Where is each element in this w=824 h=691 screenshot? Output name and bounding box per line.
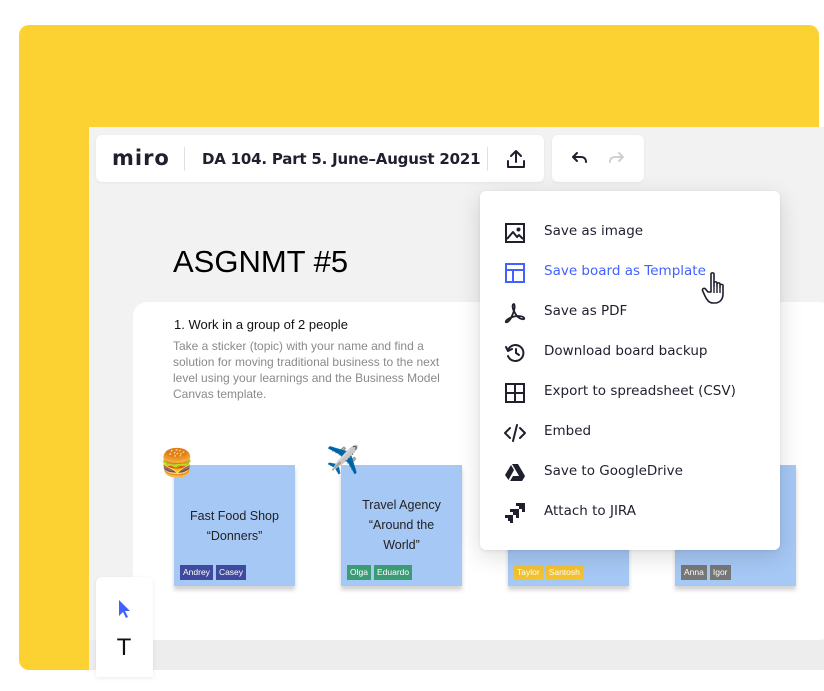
toolbar-divider (184, 147, 185, 171)
miro-logo[interactable]: miro (112, 146, 170, 170)
sticky-text-line: World” (383, 538, 420, 552)
menu-item-attach-to-jira[interactable]: Attach to JIRA (480, 492, 780, 532)
menu-item-label: Save as image (544, 223, 644, 239)
text-tool-button[interactable]: T (112, 635, 136, 661)
canvas-bottom-strip (89, 640, 824, 670)
tag[interactable]: Anna (681, 565, 707, 580)
select-tool-button[interactable] (112, 597, 136, 621)
pdf-icon (504, 303, 526, 324)
sticky-text-line: Travel Agency (362, 498, 441, 512)
tag[interactable]: Santosh (545, 565, 583, 580)
menu-item-export-to-spreadsheet[interactable]: Export to spreadsheet (CSV) (480, 372, 780, 412)
menu-item-label: Save board as Template (544, 263, 706, 279)
code-icon (504, 424, 526, 442)
cursor-icon (119, 600, 130, 618)
menu-item-save-to-googledrive[interactable]: Save to GoogleDrive (480, 452, 780, 492)
sticky-text-line: “Donners” (206, 529, 263, 543)
image-icon (505, 223, 525, 243)
board-heading[interactable]: ASGNMT #5 (173, 244, 348, 280)
export-menu: Save as image Save board as Template Sav… (480, 191, 780, 550)
upload-icon (507, 150, 525, 168)
tag[interactable]: Taylor (514, 565, 543, 580)
burger-emoji[interactable]: 🍔 (160, 449, 194, 479)
menu-item-label: Embed (544, 423, 592, 439)
menu-item-download-board-backup[interactable]: Download board backup (480, 332, 780, 372)
sticky-text-line: Fast Food Shop (190, 509, 279, 523)
sticky-tags: Olga Eduardo (347, 565, 413, 580)
menu-item-label: Attach to JIRA (544, 503, 637, 519)
sticky-tags: Anna Igor (681, 565, 731, 580)
tools-panel: T (96, 577, 153, 677)
google-drive-icon (505, 464, 525, 481)
menu-item-label: Download board backup (544, 343, 708, 359)
tag[interactable]: Eduardo (373, 565, 413, 580)
undo-button[interactable] (564, 145, 594, 173)
board-title[interactable]: DA 104. Part 5. June–August 2021 (202, 150, 481, 168)
tag[interactable]: Igor (709, 565, 731, 580)
tag[interactable]: Casey (215, 565, 247, 580)
sticky-tags: Taylor Santosh (514, 565, 583, 580)
menu-item-label: Save as PDF (544, 303, 628, 319)
backup-icon (505, 344, 525, 362)
sticky-text-line: “Around the (368, 518, 435, 532)
redo-icon (609, 152, 624, 163)
template-icon (505, 263, 525, 283)
task-description[interactable]: Take a sticker (topic) with your name an… (173, 338, 453, 402)
toolbar-divider (487, 147, 488, 171)
sticky-note[interactable]: Fast Food Shop “Donners” Andrey Casey (174, 465, 295, 586)
menu-item-embed[interactable]: Embed (480, 412, 780, 452)
tag[interactable]: Andrey (180, 565, 213, 580)
airplane-emoji[interactable]: ✈️ (326, 446, 360, 476)
undo-redo-toolbar (552, 135, 644, 182)
task-title[interactable]: 1. Work in a group of 2 people (174, 317, 348, 332)
menu-item-save-as-image[interactable]: Save as image (480, 212, 780, 252)
top-toolbar: miro DA 104. Part 5. June–August 2021 (96, 135, 544, 182)
export-button[interactable] (498, 143, 534, 175)
undo-icon (572, 152, 587, 163)
sticky-tags: Andrey Casey (180, 565, 247, 580)
spreadsheet-icon (505, 383, 525, 403)
tag[interactable]: Olga (347, 565, 371, 580)
jira-icon (505, 503, 525, 523)
sticky-note[interactable]: Travel Agency “Around the World” Olga Ed… (341, 465, 462, 586)
menu-item-label: Export to spreadsheet (CSV) (544, 383, 736, 399)
redo-button[interactable] (602, 145, 632, 173)
menu-item-label: Save to GoogleDrive (544, 463, 683, 479)
hand-cursor-icon (701, 272, 724, 304)
